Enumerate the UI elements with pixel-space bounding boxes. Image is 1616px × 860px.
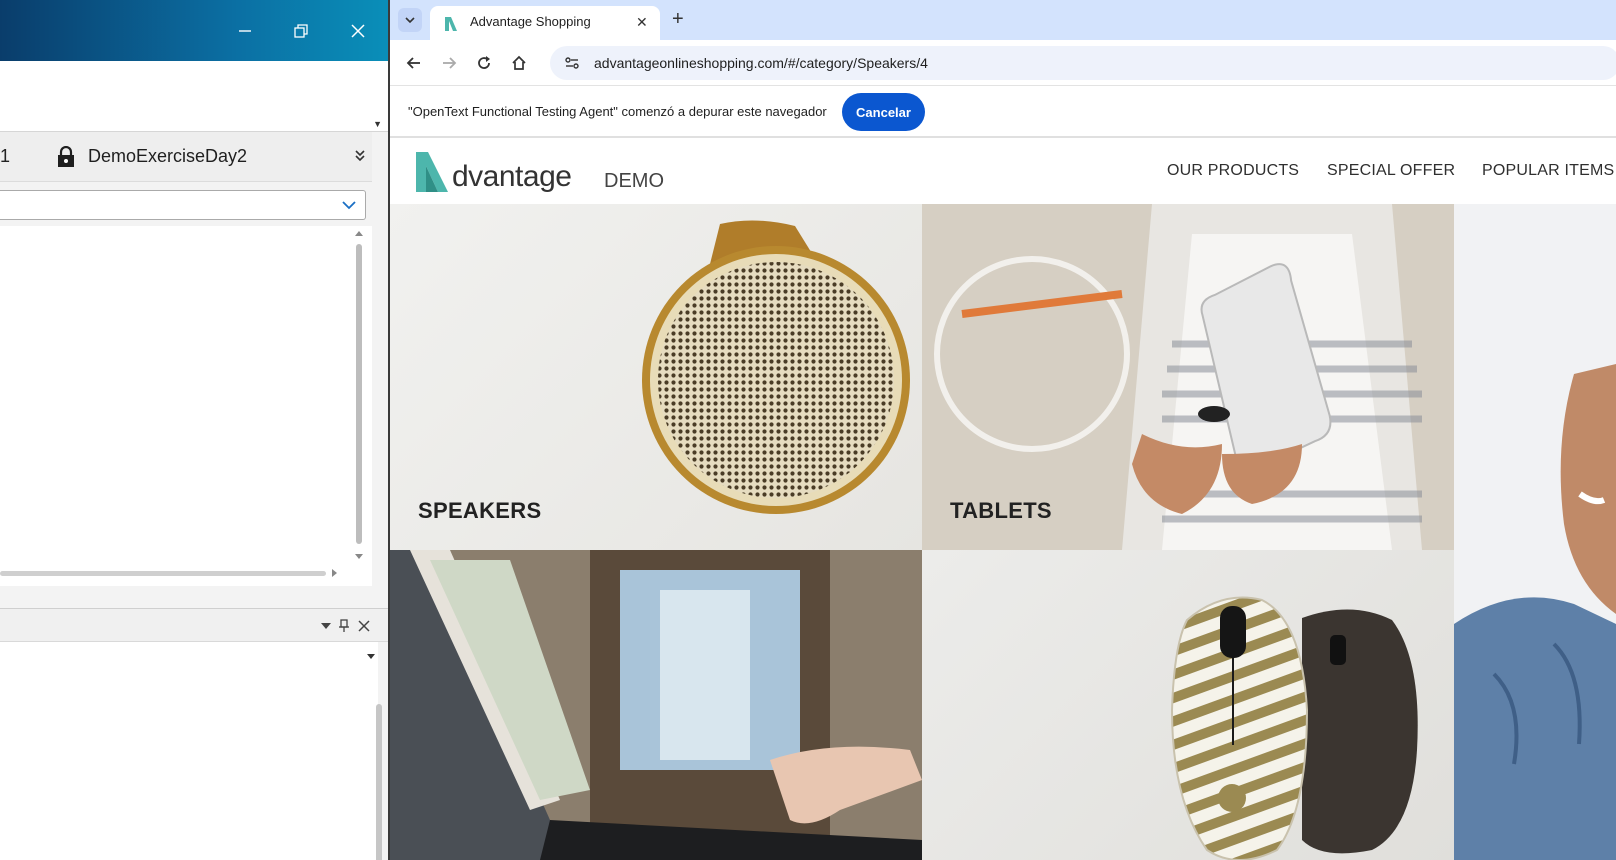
infobar-message: "OpenText Functional Testing Agent" come… [408,104,827,119]
debugging-infobar: "OpenText Functional Testing Agent" come… [390,86,1616,138]
document-tab-demo-exercise[interactable]: DemoExerciseDay2 [88,146,247,167]
minimize-button[interactable] [228,14,262,48]
site-info-icon[interactable] [564,55,580,76]
cancel-debugging-button[interactable]: Cancelar [842,93,925,131]
mice-image [1170,596,1418,860]
arrow-right-icon [443,57,457,69]
logo-demo-text: DEMO [604,170,664,192]
laptop-image [390,550,922,860]
arrow-left-icon [406,57,420,69]
browser-toolbar: advantageonlineshopping.com/#/category/S… [390,40,1616,86]
category-tile-laptops[interactable] [390,550,922,860]
new-tab-button[interactable]: + [672,9,684,29]
home-button[interactable] [507,51,531,75]
toolbar-scroll-down-icon[interactable]: ▼ [373,119,382,129]
category-label-speakers: SPEAKERS [418,498,542,523]
logo-text: dvantage [452,160,572,193]
chevron-down-icon [405,17,415,24]
ide-tree-view[interactable] [0,226,372,586]
address-bar[interactable]: advantageonlineshopping.com/#/category/S… [550,46,1616,80]
tree-horizontal-scrollbar[interactable] [0,568,340,578]
tab-title: Advantage Shopping [470,14,591,29]
category-label-tablets: TABLETS [950,498,1052,523]
browser-tab-active[interactable]: Advantage Shopping ✕ [430,6,660,40]
tree-vertical-scrollbar[interactable] [353,230,365,560]
tab-close-icon[interactable]: ✕ [636,14,648,31]
panel-menu-icon[interactable] [320,621,332,631]
scroll-down-arrow-icon[interactable] [353,552,365,560]
close-button[interactable] [341,14,375,48]
scrollbar-thumb[interactable] [376,704,382,860]
advantage-demo-logo[interactable]: dvantage DEMO [414,146,664,196]
forward-button[interactable] [437,51,461,75]
scroll-right-arrow-icon[interactable] [330,568,338,578]
tab-overflow-icon[interactable] [354,148,366,167]
screen: ▼ 1 DemoExerciseDay2 Advantage Shopping … [0,0,1616,860]
url-text: advantageonlineshopping.com/#/category/S… [594,55,928,71]
nav-popular-items[interactable]: POPULAR ITEMS [1482,162,1614,180]
ide-bottom-panel [0,642,378,860]
restore-button[interactable] [284,14,318,48]
category-tile-speakers[interactable]: SPEAKERS [390,204,922,550]
web-page: dvantage DEMO OUR PRODUCTS SPECIAL OFFER… [390,140,1616,860]
tab-search-button[interactable] [398,8,422,32]
restore-icon [294,24,308,38]
advantage-favicon-icon [442,15,460,38]
close-panel-icon[interactable] [358,620,370,632]
chevron-down-icon [341,198,357,217]
reload-icon [478,56,490,69]
tab-strip: Advantage Shopping ✕ + [390,0,1616,40]
ide-toolbar-area: ▼ [0,61,388,132]
person-image [1454,204,1616,860]
category-tile-mice[interactable] [922,550,1454,860]
lock-icon [56,145,76,173]
ide-titlebar[interactable] [0,0,388,61]
ide-window: ▼ 1 DemoExerciseDay2 [0,0,390,860]
category-tile-tablets[interactable]: TABLETS [922,204,1454,550]
ide-document-tabs: 1 DemoExerciseDay2 [0,132,372,182]
browser-window: Advantage Shopping ✕ + advantageonlinesh… [390,0,1616,860]
site-header: dvantage DEMO OUR PRODUCTS SPECIAL OFFER… [390,140,1616,204]
pin-icon[interactable] [338,619,350,633]
page-bottom-edge [390,840,1616,860]
document-tab-partial[interactable]: 1 [0,146,10,167]
scroll-up-arrow-icon[interactable] [353,230,365,238]
category-tile-headphones[interactable] [1454,204,1616,860]
nav-special-offer[interactable]: SPECIAL OFFER [1327,162,1455,180]
home-icon [512,55,526,70]
panel-vertical-scrollbar[interactable] [374,680,384,860]
nav-our-products[interactable]: OUR PRODUCTS [1167,162,1299,180]
scrollbar-thumb[interactable] [356,244,362,544]
back-button[interactable] [402,51,426,75]
minimize-icon [239,30,251,32]
dropdown-arrow-icon[interactable] [366,652,376,660]
scrollbar-thumb[interactable] [0,571,326,576]
reload-button[interactable] [472,51,496,75]
ide-bottom-panel-header [0,608,388,642]
advantage-logo-icon [416,152,448,192]
close-icon [351,24,365,38]
object-selector-dropdown[interactable] [0,190,366,220]
